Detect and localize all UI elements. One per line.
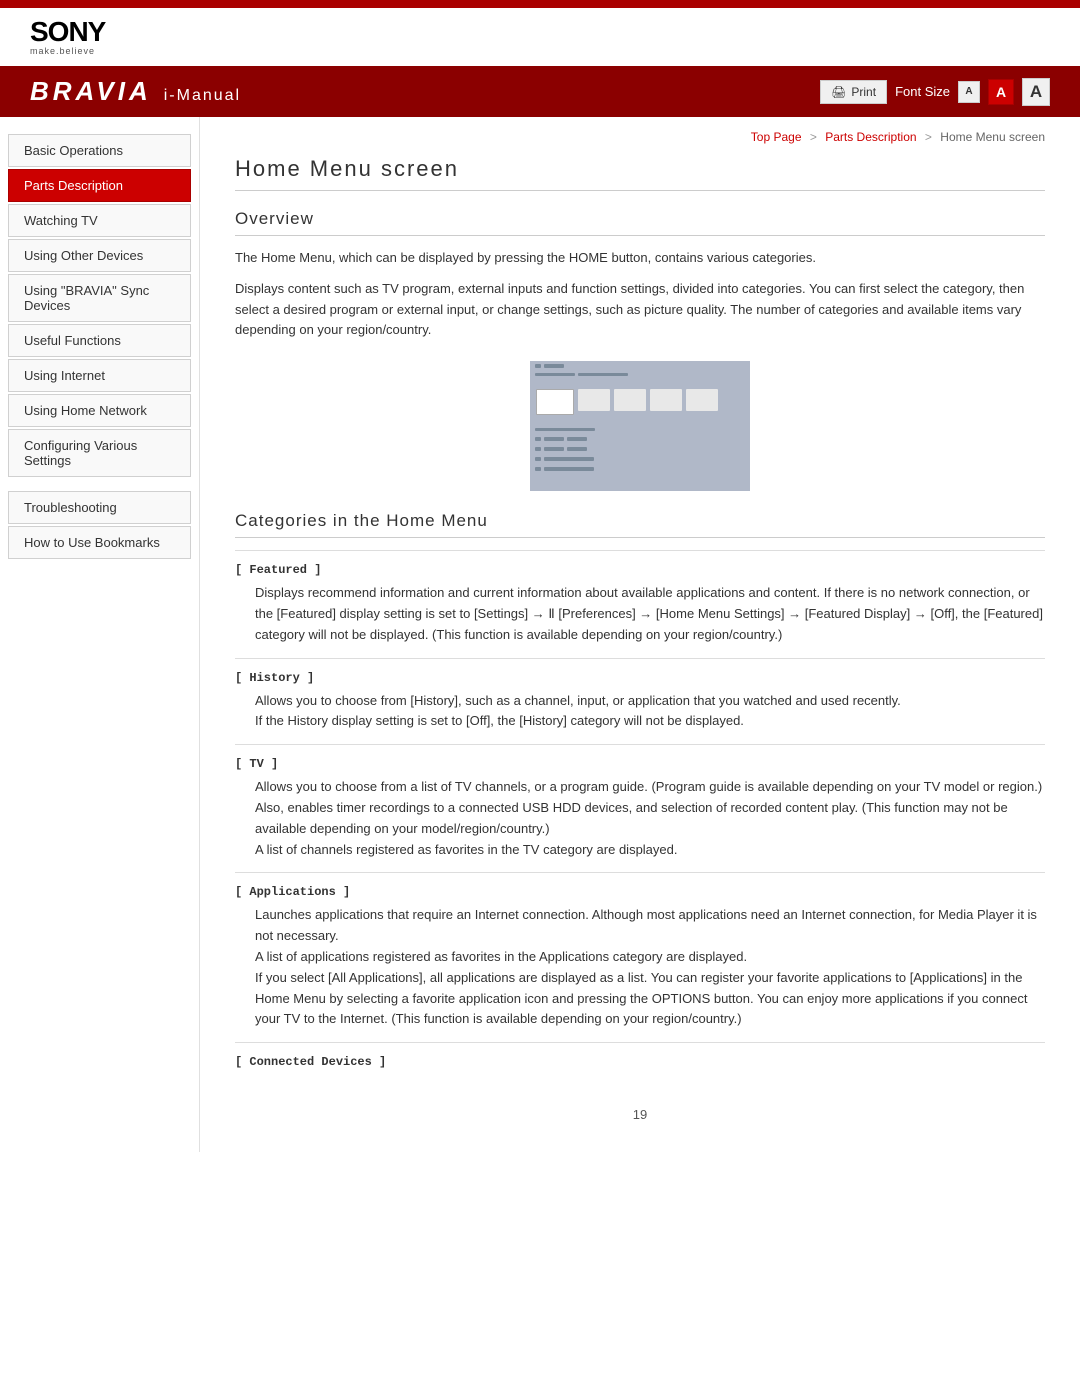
category-text-0: Displays recommend information and curre… — [235, 583, 1045, 645]
print-button[interactable]: 🖨 Print — [820, 80, 887, 104]
header: SONY make.believe — [0, 8, 1080, 66]
category-text-2: Allows you to choose from a list of TV c… — [235, 777, 1045, 798]
imanual-label: i-Manual — [164, 87, 241, 105]
header-controls: 🖨 Print Font Size A A A — [820, 78, 1050, 106]
sidebar-item-troubleshooting[interactable]: Troubleshooting — [8, 491, 191, 524]
sony-tagline: make.believe — [30, 46, 95, 56]
sidebar-item-using-other-devices[interactable]: Using Other Devices — [8, 239, 191, 272]
font-size-label: Font Size — [895, 84, 950, 99]
category-text-2: Also, enables timer recordings to a conn… — [235, 798, 1045, 840]
breadcrumb-top-page[interactable]: Top Page — [751, 130, 802, 144]
category-block-0: [ Featured ] Displays recommend informati… — [235, 550, 1045, 657]
sony-logo-text: SONY — [30, 18, 105, 46]
sidebar-divider — [0, 479, 199, 489]
bravia-logo: BRAVIA — [30, 76, 152, 107]
category-text-3: Launches applications that require an In… — [235, 905, 1045, 947]
home-menu-screenshot — [530, 361, 750, 491]
print-label: Print — [851, 85, 876, 99]
category-block-3: [ Applications ] Launches applications th… — [235, 872, 1045, 1042]
sidebar-item-watching-tv[interactable]: Watching TV — [8, 204, 191, 237]
sidebar-item-how-to-use-bookmarks[interactable]: How to Use Bookmarks — [8, 526, 191, 559]
category-text-1: If the History display setting is set to… — [235, 711, 1045, 732]
category-block-1: [ History ] Allows you to choose from [Hi… — [235, 658, 1045, 745]
breadcrumb-parts-description[interactable]: Parts Description — [825, 130, 916, 144]
breadcrumb-sep-1: > — [810, 130, 817, 144]
category-text-3: A list of applications registered as fav… — [235, 947, 1045, 968]
sidebar-nav-group-2: TroubleshootingHow to Use Bookmarks — [0, 491, 199, 559]
category-text-2: A list of channels registered as favorit… — [235, 840, 1045, 861]
overview-para-1: The Home Menu, which can be displayed by… — [235, 248, 1045, 269]
main-layout: Basic OperationsParts DescriptionWatchin… — [0, 117, 1080, 1152]
font-size-large-button[interactable]: A — [1022, 78, 1050, 106]
font-size-small-button[interactable]: A — [958, 81, 980, 103]
font-size-medium-button[interactable]: A — [988, 79, 1014, 105]
category-label-2: [ TV ] — [235, 757, 1045, 771]
content-area: Top Page > Parts Description > Home Menu… — [200, 117, 1080, 1152]
category-block-4: [ Connected Devices ] — [235, 1042, 1045, 1087]
top-bar — [0, 0, 1080, 8]
sidebar-item-configuring-various-settings[interactable]: Configuring Various Settings — [8, 429, 191, 477]
sidebar-item-using-home-network[interactable]: Using Home Network — [8, 394, 191, 427]
category-text-3: If you select [All Applications], all ap… — [235, 968, 1045, 1030]
category-label-0: [ Featured ] — [235, 563, 1045, 577]
overview-heading: Overview — [235, 209, 1045, 236]
category-label-4: [ Connected Devices ] — [235, 1055, 1045, 1069]
page-title: Home Menu screen — [235, 156, 1045, 191]
sidebar-item-parts-description[interactable]: Parts Description — [8, 169, 191, 202]
category-text-1: Allows you to choose from [History], suc… — [235, 691, 1045, 712]
brand-title: BRAVIA i-Manual — [30, 76, 241, 107]
page-number: 19 — [235, 1107, 1045, 1122]
sony-logo: SONY make.believe — [30, 18, 105, 56]
category-label-1: [ History ] — [235, 671, 1045, 685]
sidebar-item-basic-operations[interactable]: Basic Operations — [8, 134, 191, 167]
breadcrumb-current: Home Menu screen — [940, 130, 1045, 144]
sidebar-nav-group-1: Basic OperationsParts DescriptionWatchin… — [0, 134, 199, 477]
sidebar-item-useful-functions[interactable]: Useful Functions — [8, 324, 191, 357]
print-icon: 🖨 — [831, 85, 846, 99]
breadcrumb-sep-2: > — [925, 130, 932, 144]
category-label-3: [ Applications ] — [235, 885, 1045, 899]
breadcrumb: Top Page > Parts Description > Home Menu… — [235, 122, 1045, 156]
brand-bar: BRAVIA i-Manual 🖨 Print Font Size A A A — [0, 66, 1080, 117]
category-block-2: [ TV ] Allows you to choose from a list o… — [235, 744, 1045, 872]
sidebar-item-using-internet[interactable]: Using Internet — [8, 359, 191, 392]
categories-heading: Categories in the Home Menu — [235, 511, 1045, 538]
overview-para-2: Displays content such as TV program, ext… — [235, 279, 1045, 341]
categories-container: [ Featured ] Displays recommend informati… — [235, 550, 1045, 1087]
sidebar-item-using-bravia-sync[interactable]: Using "BRAVIA" Sync Devices — [8, 274, 191, 322]
sidebar: Basic OperationsParts DescriptionWatchin… — [0, 117, 200, 1152]
